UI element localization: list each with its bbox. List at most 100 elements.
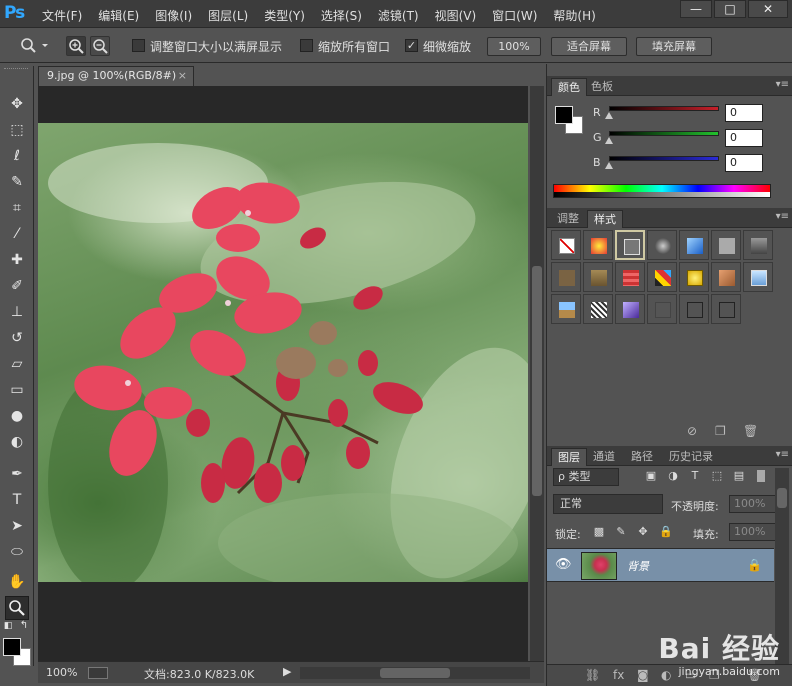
- layers-scroll-thumb[interactable]: [777, 488, 787, 508]
- style-swatch[interactable]: [583, 294, 613, 324]
- filter-shape-icon[interactable]: ⬚: [711, 470, 723, 482]
- style-swatch[interactable]: [551, 262, 581, 292]
- lock-transparent-icon[interactable]: ▩: [593, 526, 605, 538]
- zoom-tool-preset-icon[interactable]: [20, 37, 48, 55]
- fill-screen-button[interactable]: 填充屏幕: [636, 37, 712, 56]
- styles-panel-menu-icon[interactable]: ▾≡: [776, 211, 789, 222]
- add-mask-icon[interactable]: ◙: [637, 668, 649, 682]
- style-swatch[interactable]: [647, 262, 677, 292]
- marquee-tool-icon[interactable]: ⬚: [5, 118, 29, 142]
- healing-brush-tool-icon[interactable]: ✚: [5, 248, 29, 272]
- blend-mode-select[interactable]: 正常: [553, 494, 663, 514]
- style-swatch[interactable]: [583, 230, 613, 260]
- color-panel-menu-icon[interactable]: ▾≡: [776, 79, 789, 90]
- r-value-input[interactable]: 0: [725, 104, 763, 122]
- fit-screen-button[interactable]: 适合屏幕: [551, 37, 627, 56]
- filter-pixel-icon[interactable]: ▣: [645, 470, 657, 482]
- delete-style-icon[interactable]: 🗑: [743, 424, 758, 438]
- style-swatch[interactable]: [711, 262, 741, 292]
- layer-filter-select[interactable]: ρ 类型: [553, 468, 619, 486]
- tab-swatches[interactable]: 色板: [585, 78, 619, 96]
- lock-image-icon[interactable]: ✎: [615, 526, 627, 538]
- tab-color[interactable]: 颜色: [551, 78, 587, 96]
- quick-select-tool-icon[interactable]: ✎: [5, 170, 29, 194]
- g-slider-knob[interactable]: [605, 137, 613, 144]
- style-swatch[interactable]: [743, 262, 773, 292]
- document-tab-close-icon[interactable]: ×: [178, 67, 187, 85]
- layers-panel-menu-icon[interactable]: ▾≡: [776, 449, 789, 460]
- r-slider-track[interactable]: [609, 106, 719, 111]
- document-tab[interactable]: 9.jpg @ 100%(RGB/8#) ×: [38, 66, 194, 86]
- style-swatch[interactable]: [679, 230, 709, 260]
- hand-tool-icon[interactable]: ✋: [5, 570, 29, 594]
- b-slider-knob[interactable]: [605, 162, 613, 169]
- menu-layer[interactable]: 图层(L): [208, 7, 248, 24]
- type-tool-icon[interactable]: T: [5, 488, 29, 512]
- style-swatch[interactable]: [647, 230, 677, 260]
- b-value-input[interactable]: 0: [725, 154, 763, 172]
- document-image[interactable]: [38, 123, 528, 582]
- menu-view[interactable]: 视图(V): [435, 7, 477, 24]
- filter-type-icon[interactable]: T: [689, 470, 701, 482]
- foreground-color-swatch[interactable]: [3, 638, 21, 656]
- tab-layers[interactable]: 图层: [551, 448, 587, 466]
- horizontal-scroll-thumb[interactable]: [380, 668, 450, 678]
- crop-tool-icon[interactable]: ⌗: [5, 196, 29, 220]
- tab-styles[interactable]: 样式: [587, 210, 623, 228]
- style-swatch[interactable]: [711, 230, 741, 260]
- blur-tool-icon[interactable]: ●: [5, 404, 29, 428]
- style-swatch[interactable]: [551, 294, 581, 324]
- default-colors-icon[interactable]: ◧: [2, 620, 14, 632]
- style-swatch[interactable]: [711, 294, 741, 324]
- maximize-button[interactable]: □: [714, 0, 746, 18]
- zoom-tool-icon[interactable]: [5, 596, 29, 620]
- canvas-area[interactable]: [38, 86, 528, 661]
- clone-stamp-tool-icon[interactable]: ⊥: [5, 300, 29, 324]
- layer-style-fx-icon[interactable]: fx: [613, 668, 624, 682]
- menu-edit[interactable]: 编辑(E): [98, 7, 139, 24]
- scrubby-zoom-checkbox[interactable]: ✓: [405, 39, 418, 52]
- menu-help[interactable]: 帮助(H): [553, 7, 595, 24]
- style-swatch[interactable]: [615, 230, 645, 260]
- move-tool-icon[interactable]: ✥: [5, 92, 29, 116]
- style-swatch[interactable]: [679, 262, 709, 292]
- style-swatch[interactable]: [615, 262, 645, 292]
- menu-filter[interactable]: 滤镜(T): [378, 7, 419, 24]
- link-layers-icon[interactable]: ⛓: [585, 668, 600, 682]
- g-slider-track[interactable]: [609, 131, 719, 136]
- eraser-tool-icon[interactable]: ▱: [5, 352, 29, 376]
- canvas-horizontal-scrollbar[interactable]: [300, 667, 530, 679]
- path-select-tool-icon[interactable]: ➤: [5, 514, 29, 538]
- swap-colors-icon[interactable]: ↰: [18, 620, 30, 632]
- layer-visibility-eye-icon[interactable]: 👁: [555, 557, 572, 572]
- status-menu-arrow-icon[interactable]: ▶: [283, 665, 291, 678]
- filter-adjustment-icon[interactable]: ◑: [667, 470, 679, 482]
- color-spectrum-bar[interactable]: [553, 184, 771, 198]
- style-swatch[interactable]: [647, 294, 677, 324]
- filter-smart-object-icon[interactable]: ▤: [733, 470, 745, 482]
- menu-window[interactable]: 窗口(W): [492, 7, 537, 24]
- style-swatch[interactable]: [551, 230, 581, 260]
- layer-row-background[interactable]: 👁 背景 🔒: [547, 548, 774, 582]
- menu-file[interactable]: 文件(F): [42, 7, 82, 24]
- dodge-tool-icon[interactable]: ◐: [5, 430, 29, 454]
- canvas-vertical-scrollbar[interactable]: [530, 86, 544, 661]
- layer-name[interactable]: 背景: [627, 558, 649, 574]
- zoom-in-button[interactable]: [66, 36, 86, 56]
- zoom-out-button[interactable]: [90, 36, 110, 56]
- tab-adjustments[interactable]: 调整: [551, 210, 585, 228]
- filter-toggle[interactable]: [757, 470, 765, 482]
- style-swatch[interactable]: [679, 294, 709, 324]
- shape-tool-icon[interactable]: ⬭: [5, 540, 29, 564]
- history-brush-tool-icon[interactable]: ↺: [5, 326, 29, 350]
- eyedropper-tool-icon[interactable]: ⁄: [5, 222, 29, 246]
- brush-tool-icon[interactable]: ✐: [5, 274, 29, 298]
- tab-channels[interactable]: 通道: [587, 448, 621, 466]
- lasso-tool-icon[interactable]: ℓ: [5, 144, 29, 168]
- g-value-input[interactable]: 0: [725, 129, 763, 147]
- tab-history[interactable]: 历史记录: [663, 448, 719, 466]
- status-share-icon[interactable]: [88, 667, 108, 679]
- zoom-all-checkbox[interactable]: [300, 39, 313, 52]
- status-zoom[interactable]: 100%: [46, 666, 77, 679]
- gradient-tool-icon[interactable]: ▭: [5, 378, 29, 402]
